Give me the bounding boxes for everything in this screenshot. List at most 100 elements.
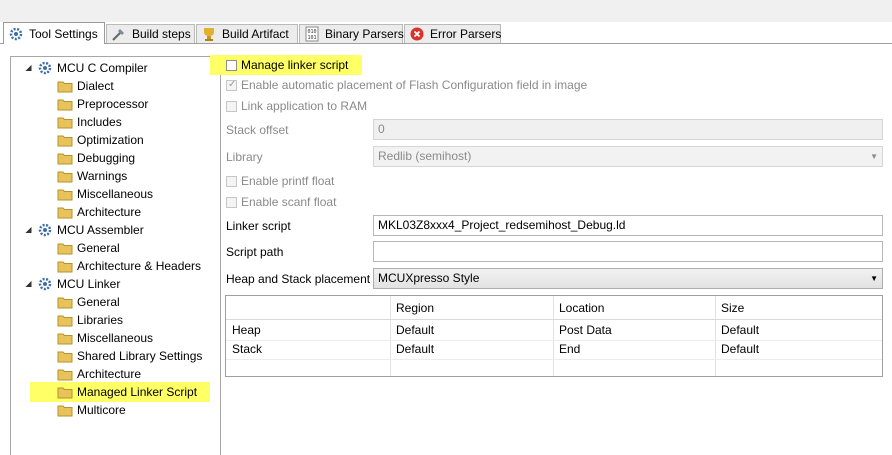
settings-folder-icon <box>57 153 73 164</box>
enable-printf-float-checkbox[interactable]: Enable printf float <box>226 174 334 188</box>
checkbox-box[interactable] <box>226 196 237 208</box>
row-heap-region[interactable]: Default <box>396 321 434 340</box>
tree-item-optimization[interactable]: Optimization <box>57 131 144 148</box>
tab-build-steps[interactable]: Build steps <box>106 24 195 43</box>
tree-item-label: Includes <box>77 114 122 129</box>
checkbox-box[interactable] <box>226 175 237 187</box>
column-divider <box>553 296 554 376</box>
column-header-region[interactable]: Region <box>396 299 434 318</box>
stack-offset-field[interactable]: 0 <box>373 119 883 140</box>
link-to-ram-checkbox[interactable]: Link application to RAM <box>226 99 367 113</box>
tree-item-general[interactable]: General <box>57 293 120 310</box>
tab-label: Build steps <box>132 27 191 41</box>
row-heap-size[interactable]: Default <box>721 321 759 340</box>
tab-build-artifact[interactable]: Build Artifact <box>196 24 298 43</box>
tree-item-label: Optimization <box>77 132 144 147</box>
gear-icon <box>38 61 52 74</box>
column-divider <box>715 296 716 376</box>
tree-item-label: Dialect <box>77 78 114 93</box>
tab-bar: Tool Settings Build steps Build Artifact… <box>0 22 892 44</box>
tab-tool-settings[interactable]: Tool Settings <box>3 22 105 44</box>
row-stack-location[interactable]: End <box>559 340 580 359</box>
tree-item-debugging[interactable]: Debugging <box>57 149 135 166</box>
tree-item-label: Shared Library Settings <box>77 348 203 363</box>
script-path-label: Script path <box>226 245 284 259</box>
row-stack-name[interactable]: Stack <box>232 340 262 359</box>
settings-folder-icon <box>57 297 73 308</box>
row-heap-name[interactable]: Heap <box>232 321 261 340</box>
tree-item-label: Architecture & Headers <box>77 258 202 273</box>
settings-folder-icon <box>57 387 73 398</box>
tree-item-architecture-headers[interactable]: Architecture & Headers <box>57 257 201 274</box>
tree-item-label: Libraries <box>77 312 124 327</box>
tree-item-miscellaneous[interactable]: Miscellaneous <box>57 329 153 346</box>
tree-item-multicore[interactable]: Multicore <box>57 401 126 418</box>
tree-item-label: Miscellaneous <box>77 330 154 345</box>
checkbox-box[interactable] <box>226 59 237 71</box>
row-heap-location[interactable]: Post Data <box>559 321 612 340</box>
checkbox-box[interactable]: ✓ <box>226 79 237 91</box>
expand-arrow-icon[interactable]: ◢ <box>24 63 33 72</box>
tab-error-parsers[interactable]: Error Parsers <box>404 24 501 43</box>
heap-stack-placement-select[interactable]: MCUXpresso Style ▼ <box>373 268 883 289</box>
enable-auto-placement-checkbox[interactable]: ✓ Enable automatic placement of Flash Co… <box>226 78 587 92</box>
settings-folder-icon <box>57 405 73 416</box>
checkbox-label: Link application to RAM <box>241 99 368 113</box>
checkbox-box[interactable] <box>226 100 237 112</box>
manage-linker-script-checkbox[interactable]: Manage linker script <box>226 58 348 72</box>
library-value: Redlib (semihost) <box>378 149 472 163</box>
settings-folder-icon <box>57 207 73 218</box>
tree-node-mcu-linker[interactable]: ◢ MCU Linker <box>24 275 120 292</box>
tree-node-label: MCU Linker <box>57 276 121 291</box>
column-header-size[interactable]: Size <box>721 299 744 318</box>
linker-script-label: Linker script <box>226 219 291 233</box>
tree-item-general[interactable]: General <box>57 239 120 256</box>
settings-folder-icon <box>57 243 73 254</box>
enable-scanf-float-checkbox[interactable]: Enable scanf float <box>226 195 336 209</box>
checkbox-label: Enable printf float <box>241 174 335 188</box>
settings-folder-icon <box>57 315 73 326</box>
tree-item-includes[interactable]: Includes <box>57 113 122 130</box>
tree-item-label: Multicore <box>77 402 126 417</box>
tree-item-shared-library-settings[interactable]: Shared Library Settings <box>57 347 202 364</box>
tree-item-dialect[interactable]: Dialect <box>57 77 114 94</box>
memory-table[interactable]: Region Location Size Heap Default Post D… <box>225 295 883 377</box>
settings-tree[interactable]: ◢ MCU C Compiler Dialect Preprocessor In… <box>10 56 221 455</box>
linker-script-field[interactable]: MKL03Z8xxx4_Project_redsemihost_Debug.ld <box>373 215 883 236</box>
library-select[interactable]: Redlib (semihost) ▼ <box>373 146 883 167</box>
settings-folder-icon <box>57 99 73 110</box>
tree-item-architecture[interactable]: Architecture <box>57 365 141 382</box>
checkbox-label: Manage linker script <box>241 58 349 72</box>
row-stack-size[interactable]: Default <box>721 340 759 359</box>
row-divider <box>226 359 882 360</box>
top-strip <box>0 0 892 22</box>
tree-item-label: Warnings <box>77 168 128 183</box>
column-header-location[interactable]: Location <box>559 299 604 318</box>
tab-binary-parsers[interactable]: 010 101 Binary Parsers <box>299 24 404 43</box>
tree-item-warnings[interactable]: Warnings <box>57 167 127 184</box>
tree-node-mcu-assembler[interactable]: ◢ MCU Assembler <box>24 221 143 238</box>
tree-node-mcu-c-compiler[interactable]: ◢ MCU C Compiler <box>24 59 147 76</box>
row-divider <box>226 340 882 341</box>
expand-arrow-icon[interactable]: ◢ <box>24 225 33 234</box>
tab-label: Tool Settings <box>29 26 98 41</box>
gear-icon <box>38 277 52 290</box>
gear-icon <box>38 223 52 236</box>
tree-item-managed-linker-script[interactable]: Managed Linker Script <box>57 383 197 400</box>
tree-item-preprocessor[interactable]: Preprocessor <box>57 95 148 112</box>
settings-folder-icon <box>57 351 73 362</box>
tree-item-architecture[interactable]: Architecture <box>57 203 141 220</box>
settings-folder-icon <box>57 81 73 92</box>
settings-folder-icon <box>57 333 73 344</box>
tree-item-miscellaneous[interactable]: Miscellaneous <box>57 185 153 202</box>
library-label: Library <box>226 150 263 164</box>
build-artifact-icon <box>204 28 214 41</box>
tree-item-label: Architecture <box>77 366 142 381</box>
tree-item-label: General <box>77 294 120 309</box>
script-path-field[interactable] <box>373 241 883 262</box>
tree-item-libraries[interactable]: Libraries <box>57 311 123 328</box>
tree-item-label: Debugging <box>77 150 136 165</box>
row-stack-region[interactable]: Default <box>396 340 434 359</box>
tab-divider <box>0 43 892 44</box>
expand-arrow-icon[interactable]: ◢ <box>24 279 33 288</box>
